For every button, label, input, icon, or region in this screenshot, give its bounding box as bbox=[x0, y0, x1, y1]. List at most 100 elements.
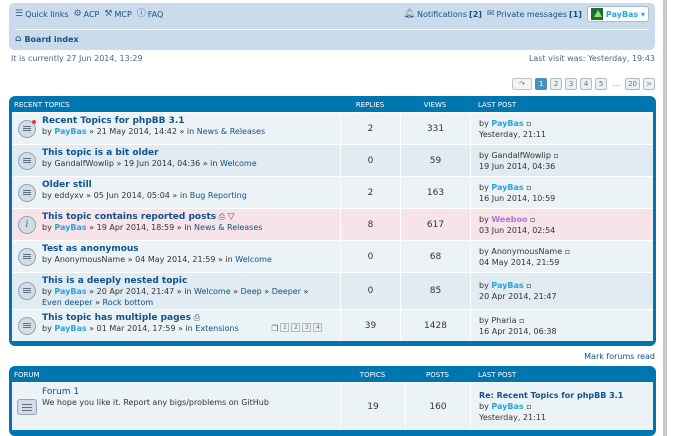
author-link: AnonymousName bbox=[54, 255, 126, 264]
author-link[interactable]: PayBas bbox=[54, 287, 86, 296]
topic-title-link[interactable]: Older still bbox=[42, 180, 340, 190]
question-icon: ⓘ bbox=[136, 8, 146, 19]
forum-title-link[interactable]: Forum 1 bbox=[42, 387, 340, 397]
by-label: by bbox=[42, 159, 55, 168]
forum-link[interactable]: Extensions bbox=[195, 324, 238, 333]
forum-row: Forum 1 We hope you like it. Report any … bbox=[12, 382, 653, 430]
last-author-link[interactable]: Pharia bbox=[491, 316, 516, 325]
notifications-link[interactable]: 🔔︎ Notifications [2] bbox=[404, 9, 482, 19]
topic-date: » 19 Apr 2014, 18:59 » in bbox=[86, 223, 195, 232]
avatar bbox=[590, 8, 603, 20]
user-menu[interactable]: PayBas ▾ bbox=[586, 6, 649, 22]
by-label: by bbox=[479, 281, 492, 290]
topic-title-link[interactable]: This topic has multiple pages bbox=[42, 313, 191, 323]
jump-to-page-button[interactable]: ↷ bbox=[512, 78, 533, 90]
page-4[interactable]: 4 bbox=[580, 78, 593, 90]
author-link[interactable]: eddyxv bbox=[54, 191, 83, 200]
page-20[interactable]: 20 bbox=[625, 78, 640, 90]
last-author-link[interactable]: PayBas bbox=[491, 119, 523, 128]
topics-header: RECENT TOPICS REPLIES VIEWS LAST POST bbox=[12, 98, 653, 112]
mark-forums-read-link[interactable]: Mark forums read bbox=[584, 352, 655, 361]
forum-link[interactable]: News & Releases bbox=[197, 127, 265, 136]
author-link[interactable]: GandalfWowlip bbox=[54, 159, 114, 168]
view-latest-post-icon[interactable]: ▫ bbox=[526, 183, 531, 192]
last-author-link: AnonymousName bbox=[491, 246, 563, 256]
acp-label: ACP bbox=[83, 9, 100, 19]
scrollbar[interactable] bbox=[663, 0, 667, 436]
replies-count: 2 bbox=[340, 177, 400, 208]
page-1[interactable]: 1 bbox=[535, 78, 548, 90]
last-post-time: Yesterday, 21:11 bbox=[479, 129, 546, 139]
forum-link[interactable]: Welcome bbox=[220, 159, 257, 168]
forums-panel: FORUM TOPICS POSTS LAST POST Forum 1 We … bbox=[9, 366, 656, 436]
table-row: This topic is a bit older by GandalfWowl… bbox=[12, 144, 653, 176]
last-author-link[interactable]: GandalfWowlip bbox=[491, 151, 551, 160]
views-count: 163 bbox=[400, 177, 470, 208]
page-ellipsis: … bbox=[612, 80, 620, 88]
last-post-time: 16 Apr 2014, 06:38 bbox=[479, 326, 557, 336]
topic-title-link[interactable]: This topic contains reported posts bbox=[42, 212, 216, 222]
topic-page-2[interactable]: 2 bbox=[291, 323, 301, 332]
board-index-label: Board index bbox=[24, 35, 79, 44]
page-2[interactable]: 2 bbox=[550, 78, 563, 90]
forum-link[interactable]: Bug Reporting bbox=[190, 191, 247, 200]
private-messages-link[interactable]: ✉ Private messages [1] bbox=[487, 9, 582, 19]
forum-link[interactable]: Deeper bbox=[272, 287, 301, 296]
topic-read-icon bbox=[18, 282, 36, 300]
view-latest-post-icon[interactable]: ▫ bbox=[526, 281, 531, 290]
last-author-link[interactable]: Weeboo bbox=[491, 215, 527, 224]
forum-link[interactable]: Even deeper bbox=[42, 298, 93, 307]
board-index-link[interactable]: ⌂ Board index bbox=[15, 35, 79, 45]
by-label: by bbox=[42, 324, 55, 333]
topic-page-4[interactable]: 4 bbox=[313, 323, 323, 332]
view-latest-post-icon[interactable]: ▫ bbox=[554, 151, 559, 160]
last-author-link[interactable]: PayBas bbox=[491, 281, 523, 290]
forums-header: FORUM TOPICS POSTS LAST POST bbox=[12, 368, 653, 382]
replies-count: 2 bbox=[340, 113, 400, 144]
last-post-title-link[interactable]: Re: Recent Topics for phpBB 3.1 bbox=[479, 390, 653, 401]
next-page-button[interactable]: > bbox=[643, 78, 655, 90]
author-link[interactable]: PayBas bbox=[54, 324, 86, 333]
forum-link[interactable]: Welcome bbox=[235, 255, 272, 264]
last-author-link[interactable]: PayBas bbox=[491, 183, 523, 192]
forum-link[interactable]: Deep bbox=[241, 287, 262, 296]
topic-date: » 04 May 2014, 21:59 » in bbox=[125, 255, 236, 264]
last-visit: Last visit was: Yesterday, 19:43 bbox=[528, 54, 655, 63]
faq-link[interactable]: ⓘ FAQ bbox=[136, 8, 164, 19]
current-time: It is currently 27 Jun 2014, 13:29 bbox=[11, 54, 143, 63]
view-latest-post-icon[interactable]: ▫ bbox=[526, 402, 531, 411]
topic-title-link[interactable]: This is a deeply nested topic bbox=[42, 276, 340, 286]
quick-links-menu[interactable]: ☰ Quick links bbox=[15, 8, 69, 19]
last-author-link[interactable]: PayBas bbox=[491, 402, 523, 411]
topic-title-link[interactable]: Test as anonymous bbox=[42, 244, 340, 254]
view-latest-post-icon[interactable]: ▫ bbox=[519, 316, 524, 325]
page-3[interactable]: 3 bbox=[565, 78, 578, 90]
forum-link[interactable]: Welcome bbox=[194, 287, 231, 296]
forum-link[interactable]: Rock bottom bbox=[103, 298, 154, 307]
hamburger-icon: ☰ bbox=[15, 8, 24, 19]
replies-count: 39 bbox=[340, 310, 400, 341]
forum-read-icon bbox=[17, 398, 37, 415]
views-count: 617 bbox=[400, 209, 470, 240]
forum-link[interactable]: News & Releases bbox=[194, 223, 262, 232]
mcp-link[interactable]: ⚒ MCP bbox=[104, 9, 132, 19]
acp-link[interactable]: ⚙ ACP bbox=[74, 9, 100, 19]
page-5[interactable]: 5 bbox=[595, 78, 608, 90]
topic-title-link[interactable]: Recent Topics for phpBB 3.1 bbox=[42, 116, 340, 126]
topic-page-3[interactable]: 3 bbox=[302, 323, 312, 332]
report-icon[interactable]: ▽ bbox=[228, 212, 235, 222]
author-link[interactable]: PayBas bbox=[54, 223, 86, 232]
topic-date: » 01 Mar 2014, 17:59 » in bbox=[86, 324, 196, 333]
view-latest-post-icon[interactable]: ▫ bbox=[565, 247, 570, 256]
table-row: Test as anonymous by AnonymousName » 04 … bbox=[12, 240, 653, 272]
author-link[interactable]: PayBas bbox=[54, 127, 86, 136]
topic-pagination: ❐ 1 2 3 4 bbox=[271, 323, 323, 334]
mcp-label: MCP bbox=[114, 9, 132, 19]
view-latest-post-icon[interactable]: ▫ bbox=[526, 119, 531, 128]
by-label: by bbox=[479, 118, 492, 128]
topic-title-link[interactable]: This topic is a bit older bbox=[42, 148, 340, 158]
view-latest-post-icon[interactable]: ▫ bbox=[530, 215, 535, 224]
notifications-count: [2] bbox=[469, 9, 482, 19]
table-row: Recent Topics for phpBB 3.1 by PayBas » … bbox=[12, 112, 653, 144]
topic-page-1[interactable]: 1 bbox=[280, 323, 290, 332]
